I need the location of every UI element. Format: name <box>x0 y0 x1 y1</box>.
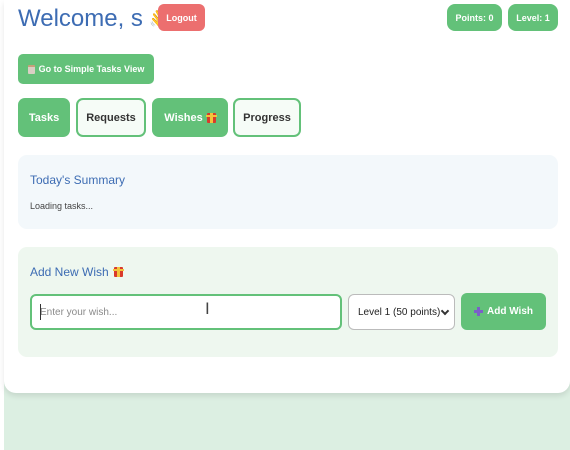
level-badge: Level: 1 <box>508 4 558 31</box>
add-wish-label: Add Wish <box>486 306 533 317</box>
tab-progress[interactable]: Progress <box>233 98 301 137</box>
summary-title: Today's Summary <box>30 173 125 187</box>
gift-icon <box>205 112 217 123</box>
welcome-heading: Welcome, s 👋 <box>18 5 174 33</box>
add-wish-panel: Add New Wish I Level 1 (50 points) Add W… <box>18 247 558 357</box>
points-badge: Points: 0 <box>447 4 502 31</box>
wish-level-select[interactable]: Level 1 (50 points) <box>348 294 455 330</box>
todays-summary-panel: Today's Summary Loading tasks... <box>18 155 558 229</box>
gift-icon <box>112 267 124 277</box>
mouse-cursor-ibeam-icon: I <box>205 299 210 318</box>
tab-wishes-label: Wishes <box>164 111 203 124</box>
plus-icon <box>473 307 483 316</box>
clipboard-icon <box>27 64 35 74</box>
simple-tasks-view-label: Go to Simple Tasks View <box>38 64 145 74</box>
simple-tasks-view-button[interactable]: Go to Simple Tasks View <box>18 54 154 84</box>
tab-requests[interactable]: Requests <box>76 98 146 137</box>
tab-requests-label: Requests <box>86 111 136 124</box>
add-wish-title: Add New Wish <box>30 265 124 279</box>
add-wish-button[interactable]: Add Wish <box>461 293 546 330</box>
add-wish-title-text: Add New Wish <box>30 265 109 279</box>
logout-button[interactable]: Logout <box>158 4 205 31</box>
tab-tasks[interactable]: Tasks <box>18 98 70 137</box>
tab-progress-label: Progress <box>243 111 291 124</box>
chevron-down-icon <box>440 306 450 316</box>
wish-level-selected: Level 1 (50 points) <box>358 306 441 318</box>
welcome-text: Welcome, s <box>18 5 143 32</box>
summary-status: Loading tasks... <box>30 201 94 211</box>
tab-wishes[interactable]: Wishes <box>152 98 228 137</box>
tab-tasks-label: Tasks <box>28 111 60 124</box>
text-caret <box>40 304 41 320</box>
wish-input[interactable] <box>30 294 342 330</box>
